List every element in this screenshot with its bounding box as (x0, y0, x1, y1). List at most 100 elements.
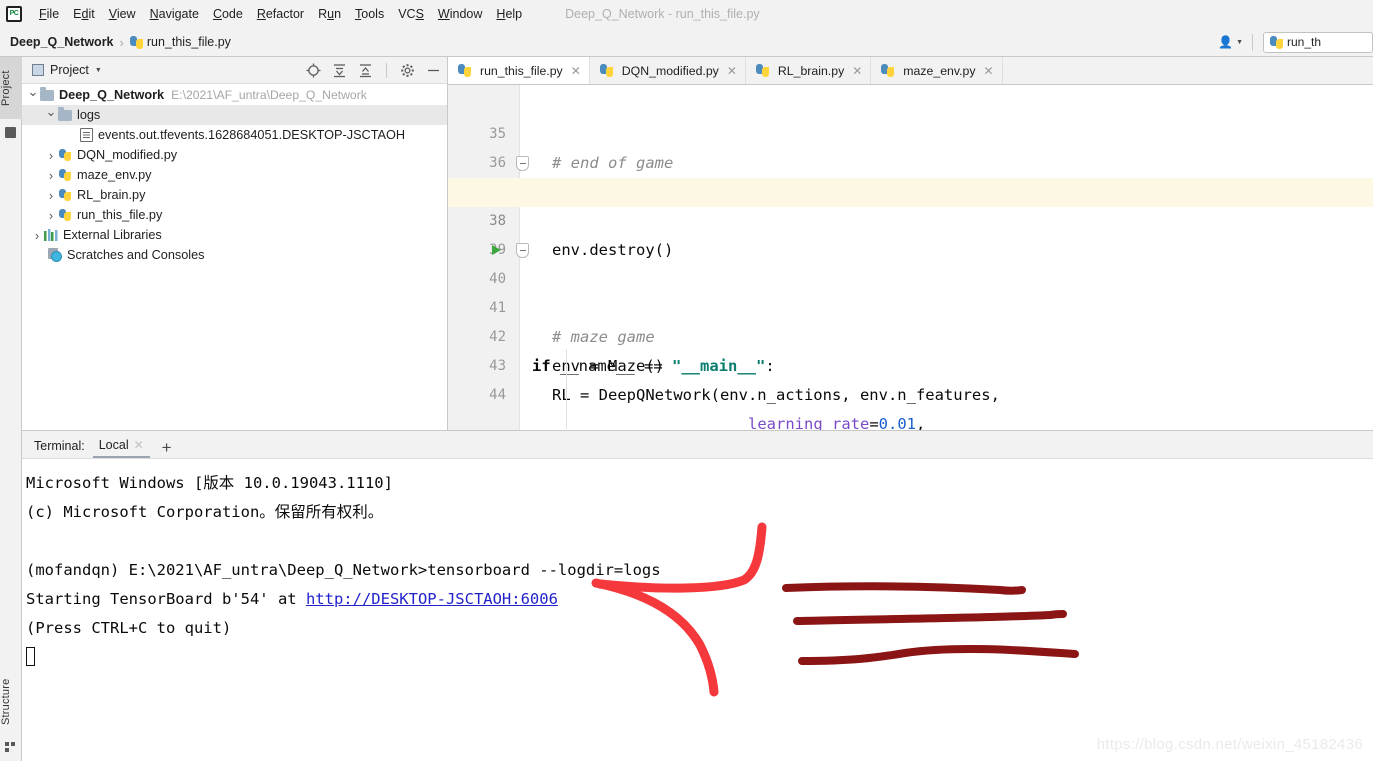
gear-icon[interactable] (400, 63, 415, 78)
tree-node-rl-brain[interactable]: RL_brain.py (22, 185, 447, 205)
tab-maze-env[interactable]: maze_env.py ✕ (871, 57, 1003, 84)
code-line-45: 45 reward_decay=0.9, (448, 381, 1373, 399)
tab-dqn-modified[interactable]: DQN_modified.py ✕ (589, 57, 746, 84)
code-fold-icon[interactable] (516, 156, 529, 171)
collapse-all-icon[interactable] (358, 63, 373, 78)
menu-refactor[interactable]: Refactor (250, 4, 311, 24)
tensorboard-url-link[interactable]: http://DESKTOP-JSCTAOH:6006 (306, 590, 558, 608)
python-file-icon (58, 148, 72, 162)
python-file-icon (1270, 35, 1283, 49)
code-fold-icon[interactable] (516, 243, 529, 258)
code-line-37: 37 env.destroy() (448, 149, 1373, 259)
hide-panel-icon[interactable] (426, 63, 441, 78)
chevron-down-icon[interactable]: ▼ (95, 67, 102, 74)
close-icon[interactable]: ✕ (852, 64, 862, 78)
tree-node-label: Scratches and Consoles (67, 248, 205, 262)
code-line-35: 35 # end of game (448, 91, 1373, 172)
terminal-output[interactable]: Microsoft Windows [版本 10.0.19043.1110] (… (22, 459, 1373, 761)
close-icon[interactable]: ✕ (727, 64, 737, 78)
event-file-icon (80, 128, 93, 142)
chevron-right-icon[interactable] (44, 148, 58, 163)
terminal-line: Microsoft Windows [版本 10.0.19043.1110] (26, 474, 393, 492)
chevron-right-icon[interactable] (44, 208, 58, 223)
menu-code[interactable]: Code (206, 4, 250, 24)
project-panel-title: Project (50, 63, 89, 77)
close-icon[interactable]: ✕ (134, 438, 144, 452)
sidebar-item-structure[interactable]: Structure (0, 667, 22, 737)
python-file-icon (58, 208, 72, 222)
tree-node-project-root[interactable]: Deep_Q_Network E:\2021\AF_untra\Deep_Q_N… (22, 85, 447, 105)
tree-node-scratches[interactable]: Scratches and Consoles (22, 245, 447, 265)
tree-node-dqn-modified[interactable]: DQN_modified.py (22, 145, 447, 165)
code-token-kwarg: learning_rate (748, 415, 870, 430)
menu-help[interactable]: Help (489, 4, 529, 24)
menu-file[interactable]: File (32, 4, 66, 24)
terminal-line-tensorboard: Starting TensorBoard b'54' at http://DES… (26, 585, 1373, 614)
tab-label: maze_env.py (903, 63, 976, 78)
python-file-icon (129, 35, 143, 49)
python-file-icon (755, 64, 769, 77)
locate-file-icon[interactable] (306, 63, 321, 78)
python-file-icon (58, 168, 72, 182)
tab-rl-brain[interactable]: RL_brain.py ✕ (745, 57, 872, 84)
menu-vcs[interactable]: VCS (391, 4, 431, 24)
user-icon: 👤 (1218, 35, 1234, 49)
terminal-cursor (26, 647, 35, 666)
project-panel-header: Project ▼ (22, 57, 447, 84)
project-panel-title-group[interactable]: Project ▼ (32, 63, 102, 77)
code-line-41: 41 # maze game (448, 265, 1373, 346)
close-icon[interactable]: ✕ (984, 64, 994, 78)
chevron-down-icon[interactable] (26, 87, 40, 103)
tree-node-external-libraries[interactable]: External Libraries (22, 225, 447, 245)
navigation-bar: Deep_Q_Network › run_this_file.py 👤 ▼ ru… (0, 28, 1373, 57)
tree-node-label: maze_env.py (77, 168, 152, 182)
run-gutter-icon[interactable] (492, 245, 501, 255)
breadcrumb-separator: › (119, 34, 124, 50)
code-editor[interactable]: 34 35 # end of game 36 print('game over'… (448, 85, 1373, 430)
tree-node-maze-env[interactable]: maze_env.py (22, 165, 447, 185)
menu-run[interactable]: Run (311, 4, 348, 24)
tree-node-logs[interactable]: logs (22, 105, 447, 125)
new-terminal-button[interactable]: + (150, 439, 180, 458)
menu-bar: PC File Edit View Navigate Code Refactor… (0, 0, 1373, 28)
tab-run-this-file[interactable]: run_this_file.py ✕ (448, 57, 590, 84)
editor-tab-bar: run_this_file.py ✕ DQN_modified.py ✕ RL_… (448, 57, 1373, 85)
terminal-tab-label: Local (98, 438, 129, 452)
breadcrumb-project[interactable]: Deep_Q_Network (10, 35, 114, 49)
sidebar-item-favorites[interactable]: ites (0, 757, 22, 761)
chevron-down-icon[interactable] (44, 107, 58, 123)
chevron-right-icon[interactable] (30, 228, 44, 243)
tree-node-label: run_this_file.py (77, 208, 163, 222)
code-line-42: 42 env = Maze() (448, 294, 1373, 375)
python-file-icon (881, 64, 895, 77)
menu-navigate[interactable]: Navigate (143, 4, 206, 24)
menu-edit[interactable]: Edit (66, 4, 102, 24)
code-line-38: 38 (448, 178, 1373, 229)
folder-icon[interactable] (5, 127, 16, 138)
menu-window[interactable]: Window (431, 4, 489, 24)
folder-icon (58, 107, 72, 121)
menu-view[interactable]: View (102, 4, 143, 24)
code-token-eq: = (869, 415, 879, 430)
user-account-button[interactable]: 👤 ▼ (1209, 28, 1252, 56)
chevron-right-icon[interactable] (44, 188, 58, 203)
terminal-header: Terminal: Local ✕ + (22, 431, 1373, 459)
breadcrumb-file[interactable]: run_this_file.py (147, 35, 231, 49)
close-icon[interactable]: ✕ (571, 64, 581, 78)
menu-tools[interactable]: Tools (348, 4, 391, 24)
tree-node-path: E:\2021\AF_untra\Deep_Q_Network (171, 88, 367, 102)
run-configuration-selector[interactable]: run_th (1263, 31, 1373, 53)
terminal-tab-local[interactable]: Local ✕ (92, 438, 150, 458)
structure-icon[interactable] (5, 742, 16, 753)
chevron-right-icon[interactable] (44, 168, 58, 183)
project-tree: Deep_Q_Network E:\2021\AF_untra\Deep_Q_N… (22, 84, 447, 265)
tab-label: DQN_modified.py (621, 63, 719, 78)
tree-node-run-this-file[interactable]: run_this_file.py (22, 205, 447, 225)
tree-node-events-file[interactable]: events.out.tfevents.1628684051.DESKTOP-J… (22, 125, 447, 145)
terminal-tool-window: Terminal: Local ✕ + Microsoft Windows [版… (22, 430, 1373, 761)
project-view-icon (32, 64, 44, 76)
sidebar-item-project[interactable]: Project (0, 57, 22, 119)
expand-all-icon[interactable] (332, 63, 347, 78)
tree-node-label: logs (77, 108, 101, 122)
